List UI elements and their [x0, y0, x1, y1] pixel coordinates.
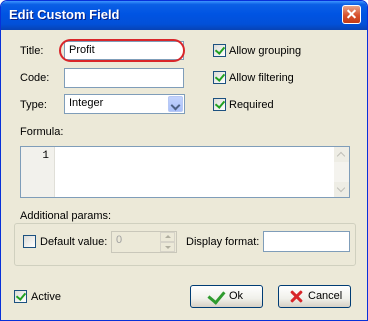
chevron-down-icon[interactable] — [168, 96, 183, 112]
required-checkbox[interactable] — [213, 98, 226, 111]
dialog-title: Edit Custom Field — [9, 7, 120, 22]
additional-params-label: Additional params: — [20, 210, 112, 222]
cancel-label: Cancel — [308, 290, 343, 302]
code-label: Code: — [20, 72, 50, 84]
default-value-checkbox[interactable] — [23, 235, 36, 248]
dialog-window: Edit Custom Field Title: Profit Code: Ty… — [0, 0, 368, 321]
title-label: Title: — [20, 45, 44, 57]
highlight-annotation — [59, 39, 185, 62]
line-gutter: 1 — [21, 147, 55, 197]
spin-down-icon[interactable] — [160, 242, 175, 252]
title-bar[interactable]: Edit Custom Field — [1, 1, 367, 30]
type-label: Type: — [20, 99, 47, 111]
scroll-down-icon[interactable] — [334, 182, 349, 197]
active-label: Active — [31, 291, 61, 303]
formula-editor[interactable]: 1 — [20, 146, 350, 198]
ok-label: Ok — [229, 290, 244, 302]
default-value-text: 0 — [116, 234, 123, 246]
required-label: Required — [229, 99, 274, 111]
formula-label: Formula: — [20, 126, 64, 138]
default-value-label: Default value: — [40, 236, 108, 248]
close-x-icon — [289, 289, 303, 303]
close-button[interactable] — [342, 5, 361, 24]
ok-button[interactable]: Ok — [190, 285, 263, 308]
display-format-label: Display format: — [186, 236, 260, 248]
line-number: 1 — [42, 150, 49, 162]
allow-grouping-label: Allow grouping — [229, 45, 302, 57]
checkmark-icon — [207, 286, 226, 305]
allow-grouping-checkbox[interactable] — [213, 44, 226, 57]
allow-filtering-checkbox[interactable] — [213, 71, 226, 84]
spin-up-icon[interactable] — [160, 232, 175, 242]
vertical-scrollbar[interactable] — [334, 147, 349, 197]
type-value: Integer — [69, 97, 104, 109]
allow-filtering-label: Allow filtering — [229, 72, 294, 84]
scroll-up-icon[interactable] — [334, 147, 349, 162]
display-format-input[interactable] — [263, 231, 350, 252]
code-input[interactable] — [64, 68, 184, 88]
cancel-button[interactable]: Cancel — [278, 285, 351, 308]
default-value-spinner[interactable] — [160, 232, 175, 252]
active-checkbox[interactable] — [14, 290, 27, 303]
type-select[interactable]: Integer — [64, 94, 185, 114]
